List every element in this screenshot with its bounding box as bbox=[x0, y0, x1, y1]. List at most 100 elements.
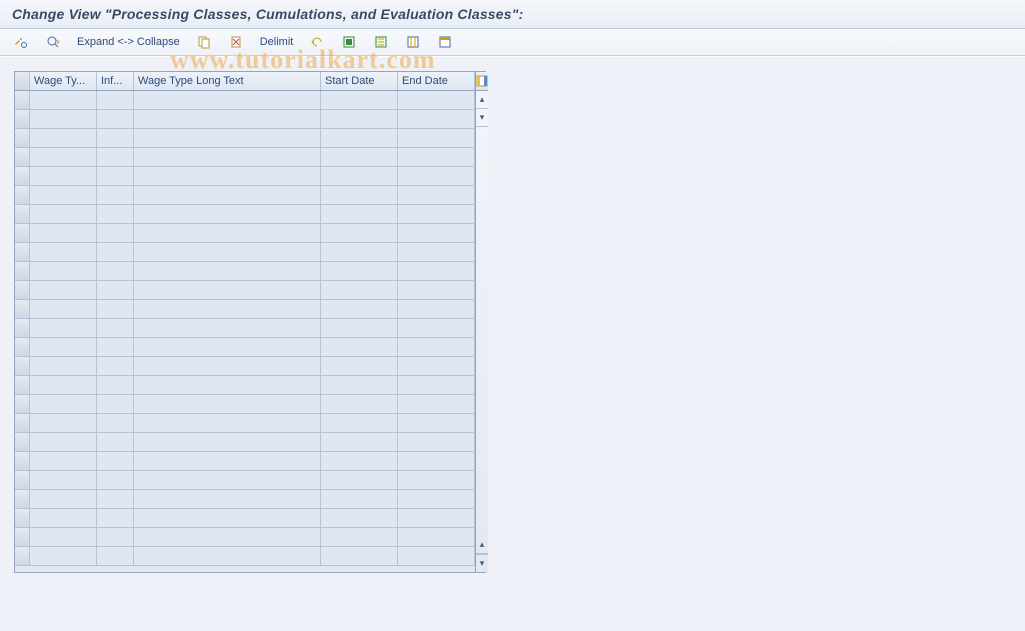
cell-wage-type[interactable] bbox=[30, 91, 97, 110]
cell-inf[interactable] bbox=[97, 91, 134, 110]
cell-end-date[interactable] bbox=[398, 376, 475, 395]
scroll-track[interactable] bbox=[476, 127, 488, 536]
cell-wage-type[interactable] bbox=[30, 110, 97, 129]
row-selector[interactable] bbox=[15, 262, 30, 281]
cell-long-text[interactable] bbox=[134, 395, 321, 414]
row-selector[interactable] bbox=[15, 148, 30, 167]
row-selector[interactable] bbox=[15, 490, 30, 509]
cell-inf[interactable] bbox=[97, 262, 134, 281]
cell-long-text[interactable] bbox=[134, 528, 321, 547]
cell-end-date[interactable] bbox=[398, 319, 475, 338]
cell-start-date[interactable] bbox=[321, 414, 398, 433]
cell-inf[interactable] bbox=[97, 433, 134, 452]
cell-start-date[interactable] bbox=[321, 357, 398, 376]
cell-start-date[interactable] bbox=[321, 300, 398, 319]
cell-start-date[interactable] bbox=[321, 376, 398, 395]
row-selector[interactable] bbox=[15, 376, 30, 395]
cell-end-date[interactable] bbox=[398, 452, 475, 471]
row-selector[interactable] bbox=[15, 414, 30, 433]
cell-end-date[interactable] bbox=[398, 148, 475, 167]
table-row[interactable] bbox=[15, 376, 475, 395]
copy-button[interactable] bbox=[189, 31, 219, 53]
cell-wage-type[interactable] bbox=[30, 490, 97, 509]
cell-start-date[interactable] bbox=[321, 433, 398, 452]
table-row[interactable] bbox=[15, 205, 475, 224]
cell-wage-type[interactable] bbox=[30, 376, 97, 395]
cell-wage-type[interactable] bbox=[30, 205, 97, 224]
cell-long-text[interactable] bbox=[134, 414, 321, 433]
cell-end-date[interactable] bbox=[398, 547, 475, 566]
table-row[interactable] bbox=[15, 167, 475, 186]
row-selector[interactable] bbox=[15, 110, 30, 129]
cell-wage-type[interactable] bbox=[30, 167, 97, 186]
cell-inf[interactable] bbox=[97, 357, 134, 376]
cell-end-date[interactable] bbox=[398, 281, 475, 300]
col-wage-type[interactable]: Wage Ty... bbox=[30, 72, 97, 90]
cell-long-text[interactable] bbox=[134, 452, 321, 471]
row-selector[interactable] bbox=[15, 186, 30, 205]
cell-long-text[interactable] bbox=[134, 224, 321, 243]
cell-inf[interactable] bbox=[97, 395, 134, 414]
cell-start-date[interactable] bbox=[321, 338, 398, 357]
table-row[interactable] bbox=[15, 338, 475, 357]
cell-end-date[interactable] bbox=[398, 528, 475, 547]
row-selector[interactable] bbox=[15, 357, 30, 376]
cell-inf[interactable] bbox=[97, 319, 134, 338]
cell-inf[interactable] bbox=[97, 205, 134, 224]
cell-start-date[interactable] bbox=[321, 243, 398, 262]
cell-end-date[interactable] bbox=[398, 262, 475, 281]
cell-end-date[interactable] bbox=[398, 243, 475, 262]
other-view-button[interactable] bbox=[38, 31, 68, 53]
config-button[interactable] bbox=[398, 31, 428, 53]
vertical-scrollbar[interactable]: ▴ ▾ ▴ ▾ bbox=[475, 72, 488, 572]
cell-inf[interactable] bbox=[97, 547, 134, 566]
cell-long-text[interactable] bbox=[134, 129, 321, 148]
table-row[interactable] bbox=[15, 547, 475, 566]
cell-inf[interactable] bbox=[97, 338, 134, 357]
cell-wage-type[interactable] bbox=[30, 262, 97, 281]
cell-wage-type[interactable] bbox=[30, 281, 97, 300]
table-row[interactable] bbox=[15, 186, 475, 205]
cell-end-date[interactable] bbox=[398, 414, 475, 433]
table-row[interactable] bbox=[15, 129, 475, 148]
cell-long-text[interactable] bbox=[134, 281, 321, 300]
scroll-up2-button[interactable]: ▴ bbox=[476, 536, 488, 554]
cell-wage-type[interactable] bbox=[30, 547, 97, 566]
cell-long-text[interactable] bbox=[134, 300, 321, 319]
cell-long-text[interactable] bbox=[134, 205, 321, 224]
cell-start-date[interactable] bbox=[321, 262, 398, 281]
cell-inf[interactable] bbox=[97, 148, 134, 167]
row-selector[interactable] bbox=[15, 528, 30, 547]
cell-long-text[interactable] bbox=[134, 471, 321, 490]
cell-wage-type[interactable] bbox=[30, 186, 97, 205]
cell-wage-type[interactable] bbox=[30, 395, 97, 414]
cell-end-date[interactable] bbox=[398, 509, 475, 528]
row-selector[interactable] bbox=[15, 433, 30, 452]
cell-start-date[interactable] bbox=[321, 395, 398, 414]
cell-inf[interactable] bbox=[97, 224, 134, 243]
table-row[interactable] bbox=[15, 262, 475, 281]
cell-long-text[interactable] bbox=[134, 338, 321, 357]
cell-wage-type[interactable] bbox=[30, 243, 97, 262]
row-selector[interactable] bbox=[15, 224, 30, 243]
cell-start-date[interactable] bbox=[321, 528, 398, 547]
row-selector[interactable] bbox=[15, 167, 30, 186]
print-button[interactable] bbox=[430, 31, 460, 53]
undo-button[interactable] bbox=[302, 31, 332, 53]
cell-long-text[interactable] bbox=[134, 509, 321, 528]
cell-wage-type[interactable] bbox=[30, 300, 97, 319]
row-selector[interactable] bbox=[15, 452, 30, 471]
cell-start-date[interactable] bbox=[321, 490, 398, 509]
table-row[interactable] bbox=[15, 528, 475, 547]
cell-end-date[interactable] bbox=[398, 490, 475, 509]
cell-end-date[interactable] bbox=[398, 205, 475, 224]
table-row[interactable] bbox=[15, 433, 475, 452]
cell-wage-type[interactable] bbox=[30, 319, 97, 338]
table-row[interactable] bbox=[15, 281, 475, 300]
table-row[interactable] bbox=[15, 395, 475, 414]
cell-long-text[interactable] bbox=[134, 167, 321, 186]
cell-end-date[interactable] bbox=[398, 224, 475, 243]
cell-inf[interactable] bbox=[97, 471, 134, 490]
cell-wage-type[interactable] bbox=[30, 433, 97, 452]
row-selector[interactable] bbox=[15, 205, 30, 224]
